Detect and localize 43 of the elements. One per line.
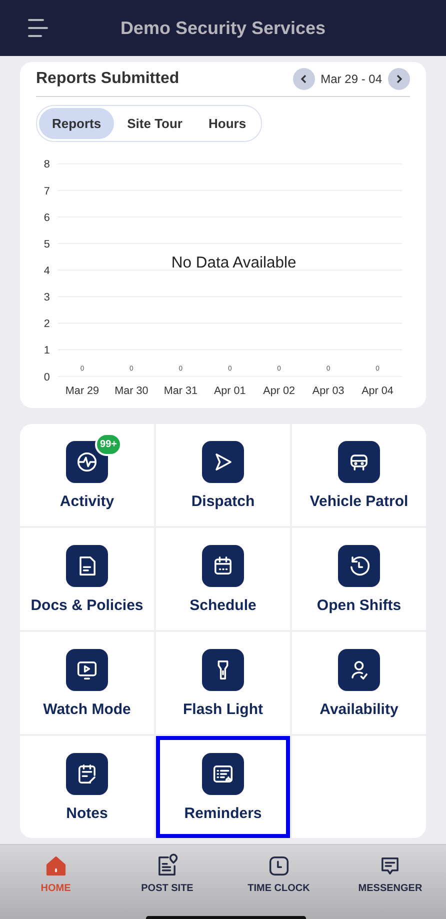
x-axis-label: Apr 04 <box>362 385 394 398</box>
x-axis-label: Mar 31 <box>164 385 198 398</box>
y-axis-label: 4 <box>44 265 50 278</box>
x-axis-label: Mar 30 <box>114 385 148 398</box>
y-axis-label: 2 <box>44 318 50 330</box>
y-axis-label: 0 <box>44 371 50 384</box>
y-axis-label: 1 <box>44 344 50 357</box>
tab[interactable]: Hours <box>196 108 260 139</box>
x-axis-label: Apr 01 <box>214 385 246 398</box>
count-badge: 99+ <box>95 432 122 456</box>
menu-tile[interactable]: Notes <box>20 736 154 838</box>
app-title: Demo Security Services <box>120 18 326 38</box>
y-axis-label: 5 <box>44 238 50 250</box>
nav-tab[interactable]: MESSENGER <box>340 853 440 919</box>
chevron-right-icon <box>394 74 404 84</box>
menu-tile[interactable]: 99+ Activity <box>20 424 154 526</box>
next-button[interactable] <box>388 68 410 90</box>
menu-tile[interactable]: Dispatch <box>156 424 290 526</box>
y-axis-label: 8 <box>44 158 50 171</box>
tab[interactable]: Site Tour <box>114 108 196 139</box>
menu-tile[interactable]: Vehicle Patrol <box>292 424 426 526</box>
menu-tile[interactable]: Docs & Policies <box>20 528 154 630</box>
nav-tab[interactable]: POST SITE <box>117 853 218 919</box>
nav-tab[interactable]: TIME CLOCK <box>228 853 329 919</box>
card-title: Reports Submitted <box>36 70 180 88</box>
menu-tile[interactable]: Flash Light <box>156 632 290 734</box>
menu-tile[interactable]: Reminders <box>156 736 290 838</box>
x-axis-label: Apr 02 <box>263 385 296 398</box>
menu-tile[interactable]: Availability <box>292 632 426 734</box>
y-axis-label: 3 <box>44 292 50 304</box>
menu-tile[interactable]: Schedule <box>156 528 290 630</box>
no-data-message: No Data Available <box>171 254 296 272</box>
menu-tile[interactable]: Open Shifts <box>292 528 426 630</box>
tab[interactable]: Reports <box>39 108 114 139</box>
y-axis-label: 7 <box>44 185 50 198</box>
previous-button[interactable] <box>292 68 315 90</box>
menu-icon[interactable] <box>28 19 50 37</box>
x-axis-label: Mar 29 <box>65 385 100 398</box>
x-axis-label: Apr 03 <box>312 385 344 398</box>
y-axis-label: 6 <box>44 212 50 224</box>
chevron-left-icon <box>298 74 309 84</box>
menu-tile[interactable]: Watch Mode <box>20 632 154 734</box>
date-range: Mar 29 - 04 <box>320 72 382 86</box>
